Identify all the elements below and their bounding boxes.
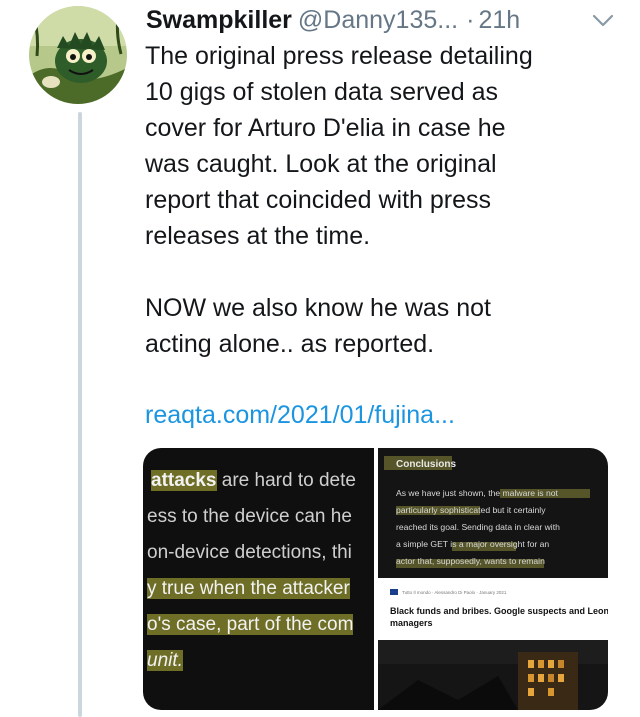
article-headline-line-1: Black funds and bribes. Google suspects … <box>390 606 608 616</box>
chevron-down-icon[interactable] <box>592 14 614 28</box>
media-grid[interactable]: attacks are hard to dete ess to the devic… <box>143 448 608 710</box>
tweet-header: Swampkiller @Danny135... · 21h <box>146 2 626 38</box>
avatar[interactable] <box>29 6 127 104</box>
article-meta: Tutto Il mondo · Alessandro Di Paolo · J… <box>402 590 507 595</box>
article-headline-line-2: managers <box>390 618 433 628</box>
separator-dot: · <box>466 6 475 34</box>
media-image-conclusions[interactable]: Conclusions As we have just shown, the m… <box>378 448 608 578</box>
tweet-paragraph-1: The original press release detailing 10 … <box>145 42 533 250</box>
media-image-article-excerpt[interactable]: attacks are hard to dete ess to the devic… <box>143 448 374 710</box>
excerpt-line: unit. <box>147 650 183 671</box>
tweet-text: The original press release detailing 10 … <box>145 38 615 362</box>
excerpt-line: o's case, part of the com <box>147 614 354 635</box>
excerpt-line: ess to the device can he <box>147 506 352 527</box>
conclusions-line: a simple GET is a major oversight for an <box>396 539 549 549</box>
tweet-link[interactable]: reaqta.com/2021/01/fujina... <box>145 398 455 432</box>
excerpt-line: on-device detections, thi <box>147 542 352 563</box>
user-handle[interactable]: @Danny135... <box>298 6 458 34</box>
conclusions-line: actor that, supposedly, wants to remain <box>396 556 545 566</box>
excerpt-line: attacks are hard to dete <box>151 470 356 491</box>
conclusions-title: Conclusions <box>396 459 456 470</box>
media-image-news-article[interactable]: Tutto Il mondo · Alessandro Di Paolo · J… <box>378 582 608 710</box>
conclusions-line: particularly sophisticated but it certai… <box>396 505 546 515</box>
excerpt-line: y true when the attacker <box>147 578 350 599</box>
tweet-paragraph-2: NOW we also know he was not acting alone… <box>145 294 491 358</box>
timestamp[interactable]: 21h <box>478 6 520 34</box>
thread-line <box>78 112 82 717</box>
conclusions-line: reached its goal. Sending data in clear … <box>396 522 560 532</box>
display-name[interactable]: Swampkiller <box>146 6 292 34</box>
conclusions-line: As we have just shown, the malware is no… <box>396 488 559 498</box>
